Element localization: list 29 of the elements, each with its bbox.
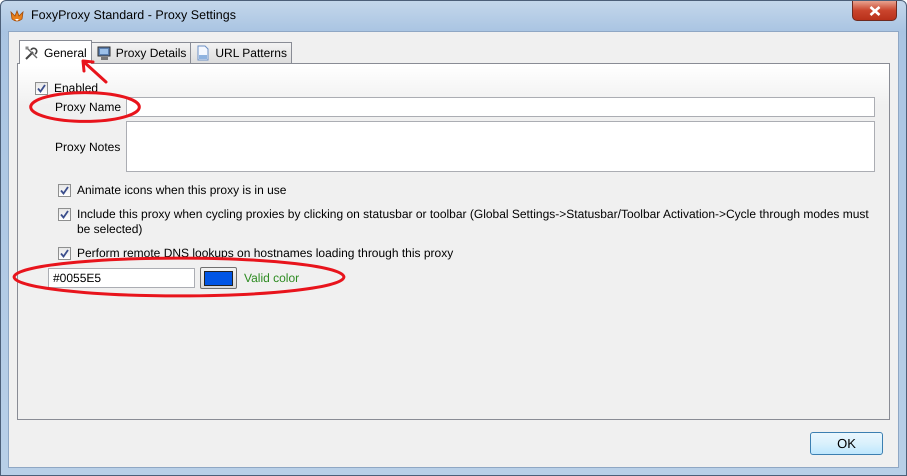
notes-field[interactable] (126, 121, 875, 172)
monitor-icon (96, 45, 112, 61)
tab[interactable]: Proxy Details (90, 42, 192, 63)
checkbox[interactable] (58, 247, 71, 260)
checkbox-label: Animate icons when this proxy is in use (77, 183, 286, 198)
fox-icon (9, 8, 25, 24)
validation-message: Valid color (244, 271, 300, 285)
name-field[interactable] (126, 97, 875, 117)
checkbox[interactable] (58, 208, 71, 221)
color-field[interactable]: #0055E5 (48, 268, 195, 288)
close-button[interactable] (852, 1, 897, 21)
window-title: FoxyProxy Standard - Proxy Settings (31, 8, 236, 22)
field-label: Proxy Notes (54, 140, 122, 154)
document-icon (195, 45, 212, 61)
tab[interactable]: URL Patterns (190, 42, 292, 63)
ok-button[interactable]: OK (810, 432, 883, 455)
tab[interactable]: General (19, 40, 92, 64)
checkbox[interactable] (35, 82, 48, 95)
tab-label: General (44, 46, 87, 60)
checkbox-label: Include this proxy when cycling proxies by clicking on statusbar or toolbar (Global Settings->Statusbar/Toolbar Activation->Cycle through modes must be selected) (77, 207, 870, 237)
tab-label: Proxy Details (116, 46, 186, 60)
field-label: Proxy Name (55, 100, 122, 114)
checkbox-label: Perform remote DNS lookups on hostnames loading through this proxy (77, 246, 454, 261)
close-icon (868, 6, 880, 16)
checkbox[interactable] (58, 184, 71, 197)
tab-label: URL Patterns (215, 46, 287, 60)
color-button[interactable] (200, 267, 237, 289)
tools-icon (24, 44, 40, 60)
color-swatch (204, 270, 233, 286)
